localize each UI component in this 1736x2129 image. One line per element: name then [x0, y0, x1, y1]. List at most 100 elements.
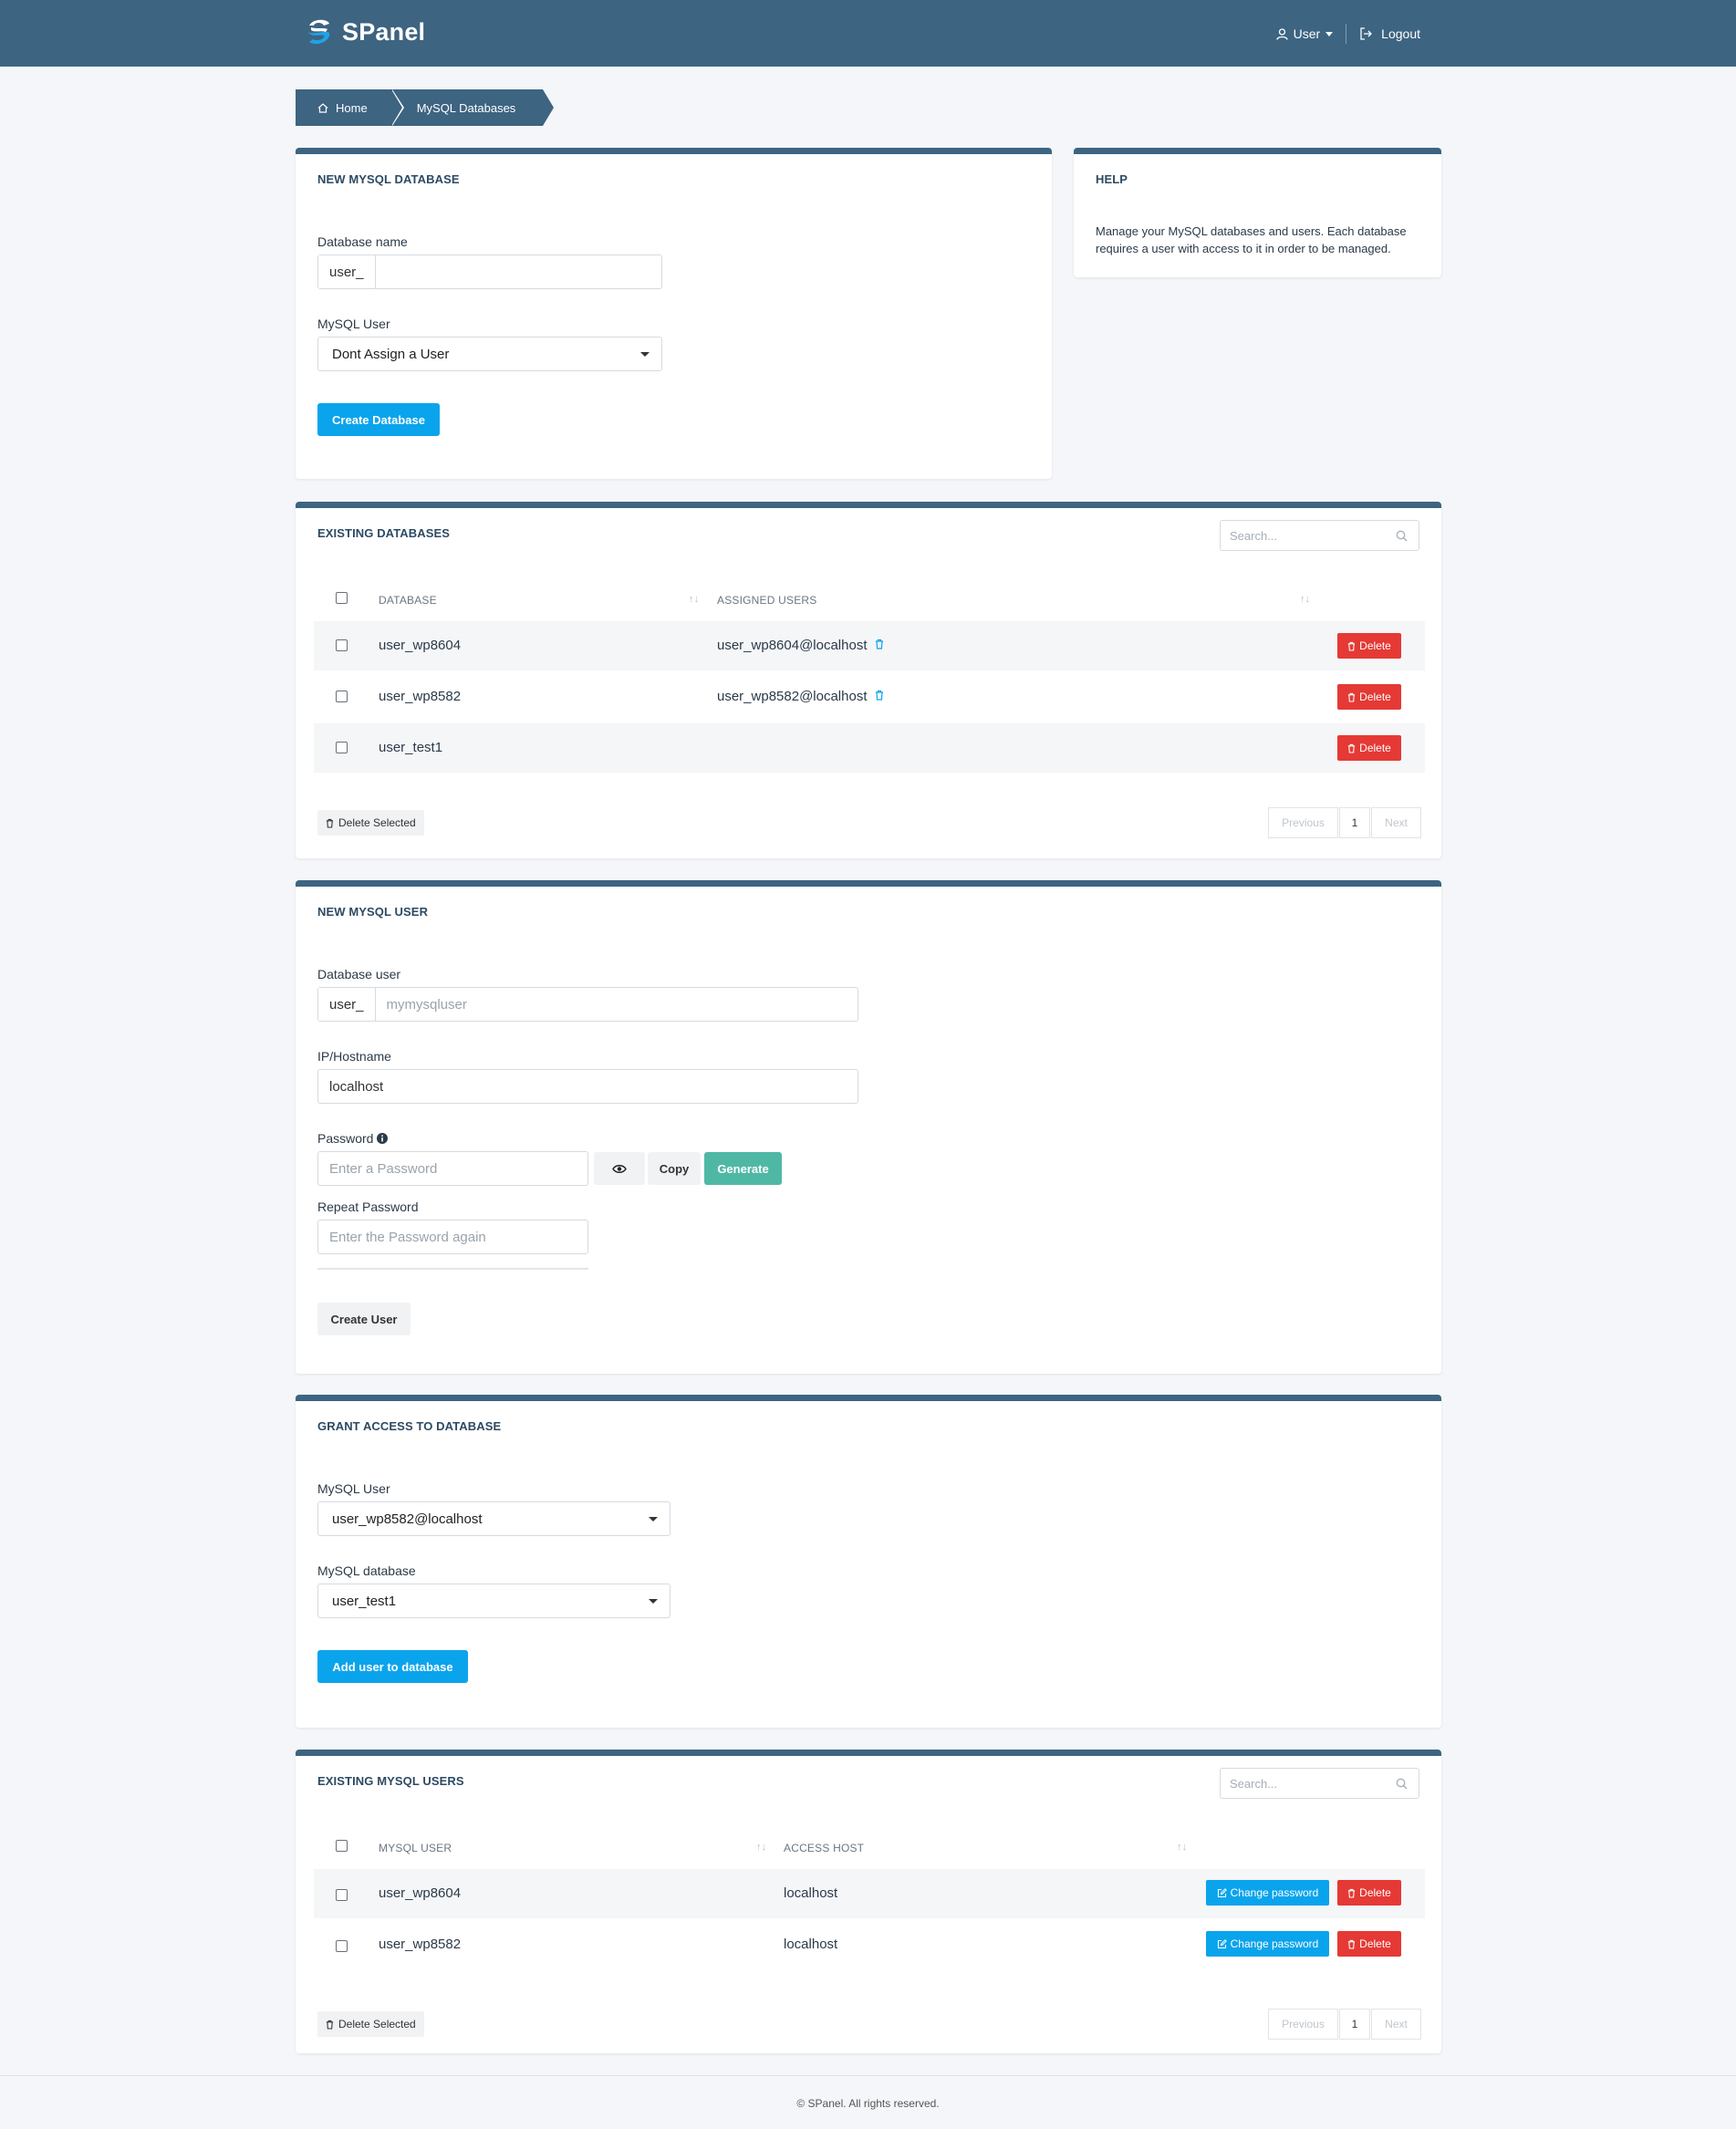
delete-label: Delete: [1359, 691, 1391, 703]
breadcrumb: Home MySQL Databases: [296, 89, 554, 126]
delete-button[interactable]: Delete: [1337, 633, 1401, 659]
column-header-mysql-user[interactable]: MYSQL USER: [379, 1842, 452, 1854]
mysql-user-label: MySQL User: [317, 317, 390, 331]
card-title: EXISTING DATABASES: [317, 526, 451, 540]
assigned-user: user_wp8582@localhost: [717, 689, 884, 704]
sort-icon[interactable]: ↑↓: [1177, 1842, 1187, 1853]
card-title: EXISTING MYSQL USERS: [317, 1774, 464, 1788]
add-user-to-database-button[interactable]: Add user to database: [317, 1650, 468, 1683]
repeat-password-input[interactable]: Enter the Password again: [317, 1220, 588, 1254]
database-name-label: Database name: [317, 234, 408, 249]
row-checkbox[interactable]: [336, 742, 348, 753]
sort-icon[interactable]: ↑↓: [756, 1842, 766, 1853]
top-nav: User Logout: [1275, 24, 1420, 44]
access-host: localhost: [784, 1885, 838, 1901]
sort-icon[interactable]: ↑↓: [1300, 594, 1310, 605]
trash-icon[interactable]: [875, 690, 884, 701]
user-icon: [1275, 27, 1288, 40]
change-password-button[interactable]: Change password: [1206, 1931, 1329, 1957]
delete-label: Delete: [1359, 1886, 1391, 1899]
breadcrumb-current-label: MySQL Databases: [416, 100, 516, 115]
delete-button[interactable]: Delete: [1337, 735, 1401, 761]
breadcrumb-home[interactable]: Home: [296, 89, 404, 126]
row-checkbox[interactable]: [336, 1940, 348, 1952]
password-input[interactable]: Enter a Password: [317, 1151, 588, 1186]
column-header-access-host[interactable]: ACCESS HOST: [784, 1842, 864, 1854]
spanel-logo-icon: [307, 19, 330, 45]
card-title: NEW MYSQL USER: [317, 905, 429, 919]
grant-user-select[interactable]: user_wp8582@localhost: [317, 1501, 670, 1536]
grant-user-label: MySQL User: [317, 1481, 390, 1496]
row-checkbox[interactable]: [336, 691, 348, 702]
hostname-input[interactable]: localhost: [317, 1069, 858, 1104]
trash-icon: [1348, 1939, 1356, 1949]
copy-password-button[interactable]: Copy: [648, 1152, 701, 1185]
select-all-checkbox[interactable]: [336, 1840, 348, 1852]
row-checkbox[interactable]: [336, 1889, 348, 1901]
database-name: user_wp8604: [379, 638, 462, 653]
database-name: user_test1: [379, 740, 443, 755]
database-name-input[interactable]: user_: [317, 254, 662, 289]
delete-selected-label: Delete Selected: [338, 2018, 416, 2030]
create-user-button[interactable]: Create User: [317, 1303, 411, 1335]
password-strength-bar: [317, 1268, 588, 1270]
delete-button[interactable]: Delete: [1337, 1880, 1401, 1906]
card-title: GRANT ACCESS TO DATABASE: [317, 1419, 502, 1433]
info-icon[interactable]: [377, 1133, 389, 1144]
mysql-user-select[interactable]: Dont Assign a User: [317, 337, 662, 371]
user-menu[interactable]: User: [1275, 26, 1334, 41]
pagination-previous[interactable]: Previous: [1268, 2009, 1338, 2040]
logout-link[interactable]: Logout: [1359, 26, 1420, 41]
sort-icon[interactable]: ↑↓: [689, 594, 699, 605]
breadcrumb-home-label: Home: [336, 100, 368, 115]
trash-icon[interactable]: [875, 639, 884, 649]
row-checkbox[interactable]: [336, 639, 348, 651]
select-all-checkbox[interactable]: [336, 592, 348, 604]
caret-down-icon: [1325, 31, 1334, 36]
password-label: Password: [317, 1131, 389, 1146]
pagination-next[interactable]: Next: [1371, 2009, 1421, 2040]
pagination: Previous 1 Next: [1268, 2009, 1421, 2040]
column-header-assigned-users[interactable]: ASSIGNED USERS: [717, 594, 817, 607]
delete-selected-button[interactable]: Delete Selected: [317, 2011, 424, 2037]
change-password-button[interactable]: Change password: [1206, 1880, 1329, 1906]
databases-search-input[interactable]: Search...: [1220, 520, 1419, 551]
grant-database-label: MySQL database: [317, 1563, 416, 1578]
search-icon: [1396, 1778, 1408, 1790]
users-search-input[interactable]: Search...: [1220, 1768, 1419, 1799]
pagination-page[interactable]: 1: [1339, 807, 1370, 838]
table-row: user_wp8582 user_wp8582@localhost Delete: [314, 672, 1425, 722]
delete-button[interactable]: Delete: [1337, 684, 1401, 710]
grant-database-select[interactable]: user_test1: [317, 1584, 670, 1618]
database-user-input[interactable]: user_ mymysqluser: [317, 987, 858, 1022]
footer-divider: [0, 2075, 1736, 2076]
table-row: user_test1 Delete: [314, 723, 1425, 773]
column-header-database[interactable]: DATABASE: [379, 594, 437, 607]
access-host: localhost: [784, 1937, 838, 1952]
card-title: HELP: [1096, 172, 1128, 186]
table-row: user_wp8604 user_wp8604@localhost Delete: [314, 621, 1425, 670]
logo[interactable]: SPanel: [304, 16, 425, 47]
hostname-value: localhost: [329, 1078, 384, 1095]
repeat-password-label: Repeat Password: [317, 1200, 419, 1214]
create-database-button[interactable]: Create Database: [317, 403, 440, 436]
delete-button[interactable]: Delete: [1337, 1931, 1401, 1957]
database-user-placeholder: mymysqluser: [386, 996, 467, 1013]
change-password-label: Change password: [1230, 1937, 1319, 1950]
eye-icon: [612, 1164, 627, 1173]
toggle-password-visibility-button[interactable]: [594, 1152, 645, 1185]
delete-selected-button[interactable]: Delete Selected: [317, 810, 424, 836]
database-name: user_wp8582: [379, 689, 462, 704]
password-label-text: Password: [317, 1131, 374, 1146]
existing-databases-card: EXISTING DATABASES Search... DATABASE ↑↓…: [296, 502, 1441, 858]
pagination-next[interactable]: Next: [1371, 807, 1421, 838]
generate-password-button[interactable]: Generate: [704, 1152, 782, 1185]
breadcrumb-current: MySQL Databases: [390, 89, 554, 126]
trash-icon: [1348, 743, 1356, 753]
pagination-page[interactable]: 1: [1339, 2009, 1370, 2040]
search-placeholder: Search...: [1230, 528, 1278, 543]
card-title: NEW MYSQL DATABASE: [317, 172, 460, 186]
pagination-previous[interactable]: Previous: [1268, 807, 1338, 838]
caret-down-icon: [649, 1599, 658, 1604]
help-text-line: requires a user with access to it in ord…: [1096, 242, 1391, 255]
